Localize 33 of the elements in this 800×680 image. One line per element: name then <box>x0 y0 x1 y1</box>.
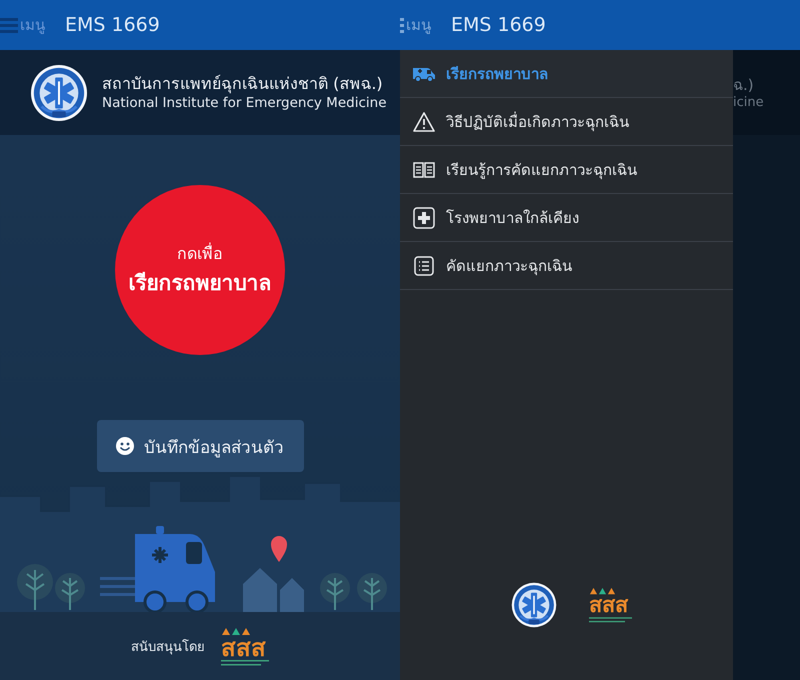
profile-button[interactable]: บันทึกข้อมูลส่วนตัว <box>96 420 304 472</box>
tree-icon <box>55 573 85 611</box>
drawer-menu-item[interactable]: โรงพยาบาลใกล้เคียง <box>400 194 733 242</box>
star-of-life-logo <box>510 582 557 628</box>
app-title: EMS 1669 <box>65 14 160 36</box>
tagline-lines-icon <box>221 660 269 666</box>
app-title: EMS 1669 <box>451 14 546 36</box>
house-icon <box>243 568 277 612</box>
ambulance-icon <box>412 66 436 82</box>
drawer-menu-item[interactable]: คัดแยกภาวะฉุกเฉิน <box>400 242 733 290</box>
logo-wordmark: สสส <box>588 595 628 617</box>
plus-icon <box>413 206 435 228</box>
smiley-icon <box>116 437 134 455</box>
institute-subtitle: National Institute for Emergency Medicine <box>102 94 386 111</box>
drawer-menu-item[interactable]: วิธีปฏิบัติเมื่อเกิดภาวะฉุกเฉิน <box>400 98 733 146</box>
logo-wordmark: สสส <box>221 636 266 660</box>
tree-icon <box>357 573 387 611</box>
dimmed-background-text: icine <box>733 94 765 111</box>
sponsor-label: สนับสนุนโดย <box>131 638 205 656</box>
call-ambulance-button[interactable]: กดเพื่อ เรียกรถพยาบาล <box>115 185 285 355</box>
drawer-menu-item[interactable]: เรียนรู้การคัดแยกภาวะฉุกเฉิน <box>400 146 733 194</box>
tree-icon <box>320 573 350 611</box>
drawer-menu-item[interactable]: เรียกรถพยาบาล <box>400 50 733 98</box>
institute-name: สถาบันการแพทย์ฉุกเฉินแห่งชาติ (สพฉ.) <box>102 74 383 94</box>
house-icon <box>280 578 304 612</box>
tree-icon <box>17 564 53 611</box>
book-icon <box>413 162 435 178</box>
warning-icon <box>413 112 435 132</box>
tagline-lines-icon <box>588 616 632 623</box>
map-pin-icon <box>271 536 287 562</box>
dimmed-background-text: ฉ.) <box>733 76 755 95</box>
list-icon <box>414 256 434 276</box>
star-of-life-logo <box>30 64 88 122</box>
